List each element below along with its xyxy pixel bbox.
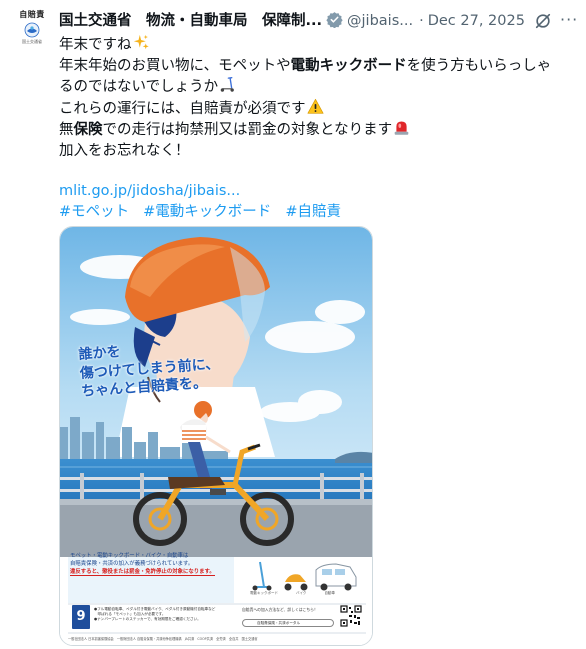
- ministry-logo-icon: [24, 22, 40, 38]
- more-icon[interactable]: ···: [560, 10, 578, 29]
- tweet-date[interactable]: Dec 27, 2025: [428, 13, 525, 29]
- display-name[interactable]: 国土交通省 物流・自動車局 保障制...: [59, 13, 322, 29]
- verified-badge-icon[interactable]: [326, 11, 343, 34]
- vehicle-label: 自動車: [324, 591, 335, 595]
- handle[interactable]: @jibais...: [347, 13, 413, 29]
- separator-dot: ·: [419, 13, 424, 29]
- tweet-image[interactable]: 誰かを 傷つけてしまう前に、 ちゃんと自賠責を。 モペット・電動キックボード・バ…: [59, 226, 373, 646]
- tweet: 自賠責 国土交通省 国土交通省 物流・自動車局 保障制... @jibais...…: [0, 0, 586, 649]
- tweet-line: るのではないでしょうか: [59, 76, 579, 98]
- notice-line: 自賠責保険・共済の加入が義務づけられています。: [70, 561, 194, 567]
- avatar-label: 自賠責: [19, 10, 45, 19]
- notice-warning: 違反すると、懲役または罰金・免許停止の対象になります。: [70, 569, 215, 576]
- footer-notes: ●フル電動自転車、ペダル付き電動バイク、ペダル付き原動機付自転車など 呼ばれる「…: [94, 607, 216, 621]
- notice-line: モペット・電動キックボード・バイク・自動車は: [70, 553, 189, 559]
- grok-icon[interactable]: [534, 12, 552, 30]
- portal-search-box: 自賠責保険・共済ポータル: [242, 619, 334, 627]
- warning-icon: [307, 98, 323, 114]
- expiry-sticker-badge: 9: [72, 605, 90, 629]
- vehicle-labels: 電動キックボード バイク 自動車: [250, 591, 353, 596]
- vehicle-label: バイク: [296, 591, 307, 595]
- avatar[interactable]: 自賠責 国土交通省: [14, 10, 50, 50]
- kick-scooter-icon: [220, 77, 234, 92]
- qr-code-icon: [340, 605, 362, 627]
- tweet-header: 国土交通省 物流・自動車局 保障制... @jibais... · Dec 27, 2…: [59, 11, 579, 31]
- police-light-icon: [394, 121, 409, 135]
- tweet-link[interactable]: mlit.go.jp/jidosha/jibais...: [59, 181, 579, 202]
- sparkles-icon: [133, 34, 149, 50]
- poster-sponsors: 一般社団法人 日本損害保険協会 一般財団法人 自賠責保険・共済紛争処理機構 JA…: [68, 637, 258, 641]
- hashtag[interactable]: #モペット: [59, 204, 129, 220]
- poster-catchphrase: 誰かを 傷つけてしまう前に、 ちゃんと自賠責を。: [78, 336, 221, 401]
- poster-footer: 9 ●フル電動自転車、ペダル付き電動バイク、ペダル付き原動機付自転車など 呼ばれ…: [70, 605, 362, 633]
- tweet-line: 加入をお忘れなく！: [59, 142, 190, 159]
- hashtags: #モペット #電動キックボード #自賠責: [59, 202, 579, 223]
- avatar-sublabel: 国土交通省: [22, 39, 42, 44]
- tweet-line: 無保険での走行は拘禁刑又は罰金の対象となります: [59, 119, 579, 141]
- tweet-line: 年末年始のお買い物に、モペットや電動キックボードを使う方もいらっしゃ: [59, 57, 552, 74]
- tweet-line: これらの運行には、自賠責が必須です: [59, 98, 579, 120]
- hashtag[interactable]: #自賠責: [285, 204, 341, 220]
- tweet-line: 年末ですね: [59, 34, 579, 56]
- vehicle-label: 電動キックボード: [250, 591, 278, 595]
- tweet-text: 年末ですね 年末年始のお買い物に、モペットや電動キックボードを使う方もいらっしゃ…: [59, 34, 579, 222]
- footer-info: 自賠責への加入方法など、詳しくはこちら！: [242, 607, 318, 612]
- hashtag[interactable]: #電動キックボード: [143, 204, 271, 220]
